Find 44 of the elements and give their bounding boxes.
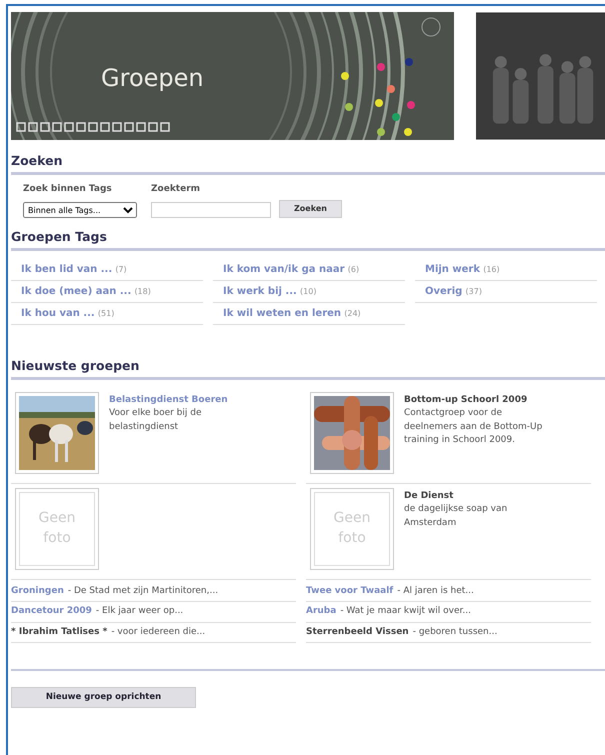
group-teaser: - De Stad met zijn Martinitoren,... [68, 584, 218, 598]
group-teaser: - Elk jaar weer op... [96, 605, 184, 618]
group-link[interactable]: Twee voor Twaalf [306, 584, 394, 598]
tag-count: (7) [115, 265, 127, 274]
banner-title: Groepen [101, 63, 204, 94]
tag-count: (6) [348, 265, 360, 274]
group-link[interactable]: Aruba [306, 605, 336, 619]
search-button[interactable]: Zoeken [279, 200, 342, 218]
search-field[interactable] [151, 202, 271, 218]
group-teaser: - Wat je maar kwijt wil over... [340, 605, 471, 618]
group-link[interactable]: * Ibrahim Tatlises * [11, 626, 108, 640]
group-link[interactable]: Groningen [11, 584, 64, 598]
tag-count: (51) [98, 309, 114, 318]
tag-link[interactable]: Mijn werk [425, 264, 480, 275]
field-label: Zoek binnen Tags [23, 182, 113, 196]
tag-link[interactable]: Ik hou van ... [21, 308, 95, 319]
group-teaser: - Al jaren is het... [397, 584, 474, 598]
tag-link[interactable]: Ik werk bij ... [223, 286, 297, 297]
tag-count: (16) [483, 265, 500, 274]
group-description: de dagelijkse soap van Amsterdam [404, 503, 508, 530]
tag-count: (10) [300, 287, 316, 296]
tag-link[interactable]: Ik wil weten en leren [223, 308, 342, 319]
tag-link[interactable]: Ik kom van/ik ga naar [223, 264, 345, 275]
group-link[interactable]: Belastingdienst Boeren [109, 394, 259, 408]
tag-select[interactable]: Binnen alle Tags... [23, 202, 137, 218]
section-heading: Zoeken [11, 152, 605, 175]
group-teaser: - geboren tussen... [412, 626, 498, 639]
field-label: Zoekterm [151, 182, 202, 196]
group-description: Contactgroep voor de deelnemers aan de Bottom-Up training in Schoorl 2009. [404, 407, 544, 448]
group-link[interactable]: Dancetour 2009 [11, 605, 92, 619]
tag-link[interactable]: Ik ben lid van ... [21, 264, 112, 275]
tag-count: (18) [134, 287, 151, 296]
section-heading: Nieuwste groepen [11, 357, 605, 380]
tag-link[interactable]: Ik doe (mee) aan ... [21, 286, 132, 297]
section-heading: Groepen Tags [11, 228, 605, 251]
create-group-button[interactable]: Nieuwe groep oprichten [11, 687, 196, 708]
tag-link[interactable]: Overig [425, 286, 462, 297]
group-teaser: - voor iedereen die... [111, 626, 206, 639]
tag-count: (37) [466, 287, 482, 296]
group-description: Voor elke boer bij de belastingdienst [109, 407, 203, 434]
tag-count: (24) [344, 309, 361, 318]
group-link[interactable]: De Dienst [404, 490, 554, 504]
group-link[interactable]: Bottom-up Schoorl 2009 [404, 394, 554, 408]
group-link[interactable]: Sterrenbeeld Vissen [306, 626, 409, 640]
